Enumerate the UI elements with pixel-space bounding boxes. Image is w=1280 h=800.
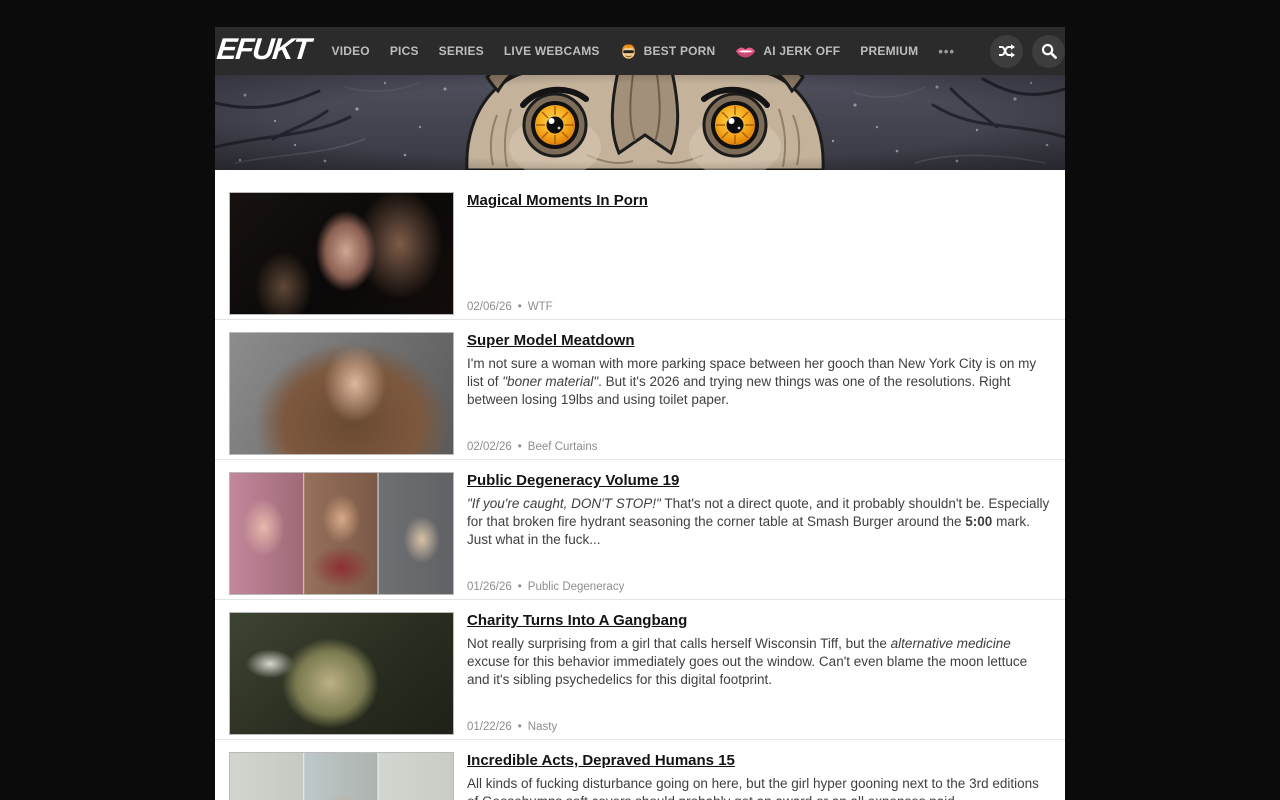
video-meta: 01/22/26 • Nasty: [467, 721, 1051, 735]
video-title[interactable]: Charity Turns Into A Gangbang: [467, 612, 1051, 629]
site-logo[interactable]: EFUKT: [215, 33, 311, 67]
nav-series[interactable]: SERIES: [439, 44, 484, 58]
meta-bullet: •: [518, 581, 522, 593]
video-thumbnail[interactable]: [229, 612, 454, 735]
video-info: Public Degeneracy Volume 19 "If you're c…: [467, 472, 1051, 595]
shuffle-icon: [998, 43, 1015, 59]
owl-banner[interactable]: [215, 75, 1065, 170]
fapper-face-icon: [620, 43, 637, 60]
meta-bullet: •: [518, 721, 522, 733]
nav-best-porn[interactable]: BEST PORN: [620, 43, 716, 60]
video-date: 01/26/26: [467, 581, 512, 593]
nav-ai-jerk-off-label: AI JERK OFF: [763, 44, 840, 58]
video-category[interactable]: Beef Curtains: [528, 441, 598, 453]
video-meta: 01/26/26 • Public Degeneracy: [467, 581, 1051, 595]
more-menu-button[interactable]: •••: [938, 44, 955, 59]
search-icon: [1041, 43, 1057, 59]
nav-pics[interactable]: PICS: [390, 44, 419, 58]
video-thumbnail[interactable]: [229, 332, 454, 455]
video-date: 02/06/26: [467, 301, 512, 313]
video-description: All kinds of fucking disturbance going o…: [467, 775, 1051, 800]
video-thumbnail[interactable]: [229, 752, 454, 800]
video-list-item: Magical Moments In Porn 02/06/26 • WTF: [215, 180, 1065, 320]
nav-video[interactable]: VIDEO: [332, 44, 370, 58]
nav-actions: [990, 35, 1065, 68]
nav-premium[interactable]: PREMIUM: [860, 44, 918, 58]
video-list-item: Incredible Acts, Depraved Humans 15 All …: [215, 740, 1065, 800]
main-nav: VIDEO PICS SERIES LIVE WEBCAMS BEST PORN: [322, 27, 966, 75]
video-title[interactable]: Public Degeneracy Volume 19: [467, 472, 1051, 489]
meta-bullet: •: [518, 301, 522, 313]
video-meta: 02/06/26 • WTF: [467, 301, 1051, 315]
owl-eyes-illustration: [215, 75, 1065, 170]
video-category[interactable]: Nasty: [528, 721, 557, 733]
video-description: I'm not sure a woman with more parking s…: [467, 355, 1051, 409]
video-date: 01/22/26: [467, 721, 512, 733]
meta-bullet: •: [518, 441, 522, 453]
video-title[interactable]: Incredible Acts, Depraved Humans 15: [467, 752, 1051, 769]
nav-best-porn-label: BEST PORN: [644, 44, 716, 58]
search-button[interactable]: [1032, 35, 1065, 68]
video-date: 02/02/26: [467, 441, 512, 453]
video-feed: Magical Moments In Porn 02/06/26 • WTF S…: [215, 170, 1065, 800]
nav-live-webcams[interactable]: LIVE WEBCAMS: [504, 44, 600, 58]
video-list-item: Super Model Meatdown I'm not sure a woma…: [215, 320, 1065, 460]
top-navigation: EFUKT VIDEO PICS SERIES LIVE WEBCAMS: [215, 27, 1065, 75]
video-title[interactable]: Super Model Meatdown: [467, 332, 1051, 349]
lips-icon: [735, 45, 756, 58]
video-category[interactable]: Public Degeneracy: [528, 581, 625, 593]
video-category[interactable]: WTF: [528, 301, 553, 313]
video-thumbnail[interactable]: [229, 472, 454, 595]
page: EFUKT VIDEO PICS SERIES LIVE WEBCAMS: [0, 0, 1280, 800]
nav-ai-jerk-off[interactable]: AI JERK OFF: [735, 44, 840, 58]
shuffle-button[interactable]: [990, 35, 1023, 68]
video-info: Incredible Acts, Depraved Humans 15 All …: [467, 752, 1051, 800]
video-info: Super Model Meatdown I'm not sure a woma…: [467, 332, 1051, 455]
video-description: "If you're caught, DON'T STOP!" That's n…: [467, 495, 1051, 549]
layout-column: EFUKT VIDEO PICS SERIES LIVE WEBCAMS: [215, 27, 1065, 800]
video-list-item: Public Degeneracy Volume 19 "If you're c…: [215, 460, 1065, 600]
video-info: Charity Turns Into A Gangbang Not really…: [467, 612, 1051, 735]
video-info: Magical Moments In Porn 02/06/26 • WTF: [467, 192, 1051, 315]
video-description: Not really surprising from a girl that c…: [467, 635, 1051, 689]
video-title[interactable]: Magical Moments In Porn: [467, 192, 1051, 209]
video-list-item: Charity Turns Into A Gangbang Not really…: [215, 600, 1065, 740]
video-thumbnail[interactable]: [229, 192, 454, 315]
video-meta: 02/02/26 • Beef Curtains: [467, 441, 1051, 455]
